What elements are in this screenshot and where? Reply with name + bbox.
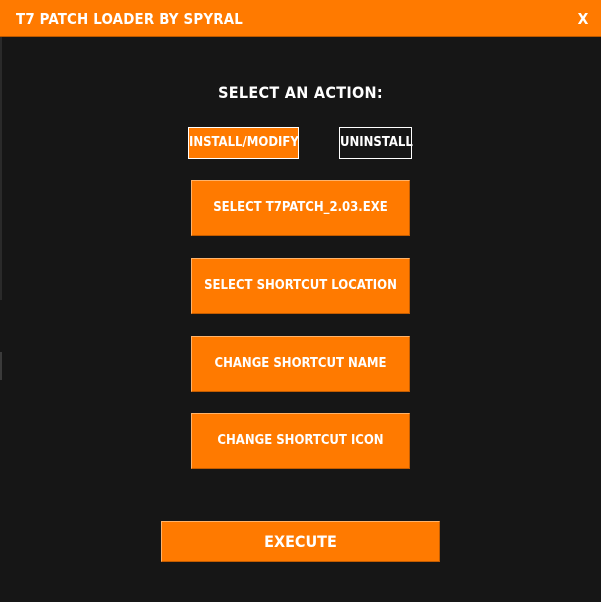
change-shortcut-name-button[interactable]: CHANGE SHORTCUT NAME: [191, 336, 410, 392]
action-heading: SELECT AN ACTION:: [218, 83, 383, 102]
window-title: T7 PATCH LOADER BY SPYRAL: [16, 10, 244, 28]
close-icon: X: [577, 10, 589, 28]
app-window: T7 PATCH LOADER BY SPYRAL X SELECT AN AC…: [0, 0, 601, 602]
change-shortcut-icon-button[interactable]: CHANGE SHORTCUT ICON: [191, 413, 410, 469]
uninstall-toggle[interactable]: UNINSTALL: [339, 127, 413, 159]
close-button[interactable]: X: [561, 0, 601, 37]
title-bar[interactable]: T7 PATCH LOADER BY SPYRAL X: [0, 0, 601, 37]
select-shortcut-location-button[interactable]: SELECT SHORTCUT LOCATION: [191, 258, 410, 314]
execute-button[interactable]: EXECUTE: [161, 521, 440, 562]
left-edge-strip: [0, 37, 2, 300]
left-edge-tick: [0, 352, 2, 380]
install-modify-toggle[interactable]: INSTALL/MODIFY: [188, 127, 299, 159]
select-exe-button[interactable]: SELECT T7PATCH_2.03.EXE: [191, 180, 410, 236]
